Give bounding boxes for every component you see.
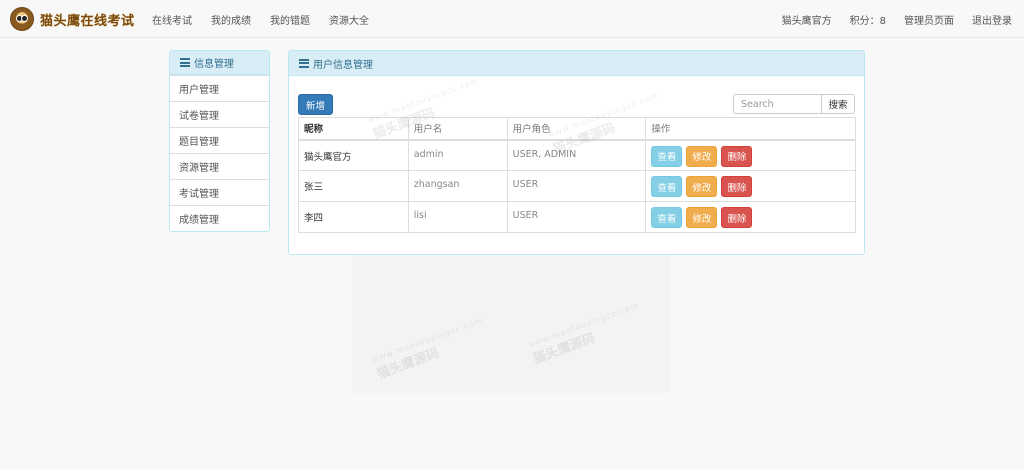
cell-actions: 查看 修改 删除: [645, 139, 856, 171]
user-table: 昵称 用户名 用户角色 操作 猫头鹰官方 admin USER, ADMIN 查…: [298, 117, 856, 233]
nav-left: 在线考试 我的成绩 我的错题 资源大全: [152, 0, 388, 38]
search-button[interactable]: 搜索: [821, 94, 855, 114]
view-button[interactable]: 查看: [651, 145, 683, 167]
cell-username: zhangsan: [407, 170, 508, 202]
nav-resources[interactable]: 资源大全: [329, 12, 369, 27]
column-nickname[interactable]: 昵称: [298, 117, 409, 141]
user-management-panel: 用户信息管理 新增 搜索 昵称 用户名 用户角色 操作 猫头鹰官方 admin …: [288, 50, 865, 255]
sidebar-header: 信息管理: [170, 51, 269, 75]
cell-actions: 查看 修改 删除: [645, 170, 856, 202]
panel-title: 用户信息管理: [313, 59, 373, 71]
cell-nickname: 张三: [298, 170, 409, 202]
nav-my-mistakes[interactable]: 我的错题: [270, 12, 310, 27]
nav-admin-page[interactable]: 管理员页面: [904, 12, 954, 27]
table-header-row: 昵称 用户名 用户角色 操作: [298, 117, 856, 141]
table-row: 李四 lisi USER 查看 修改 删除: [298, 201, 856, 233]
view-button[interactable]: 查看: [651, 176, 683, 197]
watermark-area: [352, 255, 670, 393]
sidebar-item-exams[interactable]: 考试管理: [170, 179, 269, 205]
add-user-button[interactable]: 新增: [298, 94, 333, 115]
search-input[interactable]: [733, 94, 822, 114]
column-username[interactable]: 用户名: [407, 117, 508, 141]
brand[interactable]: 猫头鹰在线考试: [10, 6, 135, 32]
sidebar-item-users[interactable]: 用户管理: [170, 75, 269, 101]
cell-username: admin: [407, 139, 508, 171]
cell-role: USER: [506, 201, 647, 233]
top-navbar: 猫头鹰在线考试 在线考试 我的成绩 我的错题 资源大全 猫头鹰官方 积分：8 管…: [0, 0, 1024, 38]
cell-username: lisi: [407, 201, 508, 233]
nav-username[interactable]: 猫头鹰官方: [782, 12, 832, 27]
cell-role: USER, ADMIN: [506, 139, 647, 171]
nav-my-scores[interactable]: 我的成绩: [211, 12, 251, 27]
sidebar-item-papers[interactable]: 试卷管理: [170, 101, 269, 127]
cell-role: USER: [506, 170, 647, 202]
nav-logout[interactable]: 退出登录: [972, 12, 1012, 27]
view-button[interactable]: 查看: [651, 207, 683, 228]
sidebar-item-resources[interactable]: 资源管理: [170, 153, 269, 179]
sidebar-item-questions[interactable]: 题目管理: [170, 127, 269, 153]
column-role[interactable]: 用户角色: [506, 117, 647, 141]
cell-actions: 查看 修改 删除: [645, 201, 856, 233]
delete-button[interactable]: 删除: [721, 176, 753, 197]
brand-name: 猫头鹰在线考试: [40, 13, 135, 29]
list-icon: [180, 58, 190, 67]
table-row: 张三 zhangsan USER 查看 修改 删除: [298, 170, 856, 202]
delete-button[interactable]: 删除: [721, 207, 753, 228]
sidebar-title: 信息管理: [194, 59, 234, 70]
nav-right: 猫头鹰官方 积分：8 管理员页面 退出登录: [764, 0, 1012, 38]
nav-points: 积分：8: [849, 15, 886, 27]
table-row: 猫头鹰官方 admin USER, ADMIN 查看 修改 删除: [298, 139, 856, 171]
panel-header: 用户信息管理: [289, 51, 864, 76]
edit-button[interactable]: 修改: [686, 145, 718, 167]
sidebar-item-grades[interactable]: 成绩管理: [170, 205, 269, 231]
delete-button[interactable]: 删除: [721, 145, 753, 167]
sidebar: 信息管理 用户管理 试卷管理 题目管理 资源管理 考试管理 成绩管理: [169, 50, 270, 232]
edit-button[interactable]: 修改: [686, 207, 718, 228]
cell-nickname: 猫头鹰官方: [298, 139, 409, 171]
list-icon: [299, 58, 309, 68]
owl-logo-icon: [10, 7, 34, 31]
nav-online-exam[interactable]: 在线考试: [152, 12, 192, 27]
cell-nickname: 李四: [298, 201, 409, 233]
column-actions: 操作: [645, 117, 856, 141]
edit-button[interactable]: 修改: [686, 176, 718, 197]
